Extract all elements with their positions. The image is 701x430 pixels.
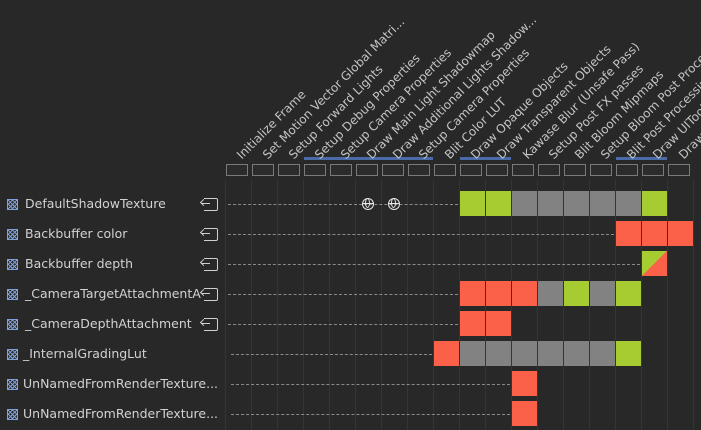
import-icon [201, 287, 218, 301]
unused-access-cell[interactable] [616, 191, 641, 216]
resource-name[interactable]: UnNamedFromRenderTexture... [23, 406, 218, 421]
grid-column-divider [641, 180, 642, 430]
texture-icon [7, 228, 18, 240]
unused-access-cell[interactable] [590, 191, 615, 216]
globe-icon [388, 197, 400, 210]
grid-column-divider [251, 180, 252, 430]
grid-column-divider [225, 180, 226, 430]
texture-icon [7, 348, 18, 360]
unused-access-cell[interactable] [486, 341, 511, 366]
resource-name[interactable]: Backbuffer color [25, 226, 127, 241]
resource-name[interactable]: DefaultShadowTexture [25, 196, 166, 211]
pass-header-box[interactable] [486, 164, 508, 176]
unused-access-cell[interactable] [590, 281, 615, 306]
pass-header-box[interactable] [304, 164, 326, 176]
read-access-cell[interactable] [564, 281, 589, 306]
texture-icon [7, 408, 18, 420]
resource-lifeline [228, 203, 458, 205]
pass-header-box[interactable] [538, 164, 560, 176]
grid-column-divider [381, 180, 382, 430]
write-access-cell[interactable] [434, 341, 459, 366]
write-access-cell[interactable] [512, 281, 537, 306]
resource-lifeline [228, 233, 614, 235]
resource-lifeline [228, 323, 458, 325]
resource-name[interactable]: Backbuffer depth [25, 256, 133, 271]
write-access-cell[interactable] [512, 401, 537, 426]
grid-column-divider [667, 180, 668, 430]
texture-icon [7, 258, 18, 270]
render-graph-viewer: Initialize Frame Set Motion Vector Global… [0, 0, 701, 430]
resource-name[interactable]: _InternalGradingLut [23, 346, 147, 361]
texture-icon [7, 288, 18, 300]
grid-column-divider [329, 180, 330, 430]
pass-header-box[interactable] [642, 164, 664, 176]
write-access-cell[interactable] [486, 281, 511, 306]
write-access-cell[interactable] [486, 311, 511, 336]
pass-header-box[interactable] [252, 164, 274, 176]
import-icon [201, 317, 218, 331]
write-access-cell[interactable] [460, 281, 485, 306]
pass-header-box[interactable] [512, 164, 534, 176]
unused-access-cell[interactable] [564, 341, 589, 366]
pass-header-box[interactable] [668, 164, 690, 176]
read-access-cell[interactable] [616, 281, 641, 306]
grid-column-divider [693, 180, 694, 430]
resource-lifeline [231, 383, 510, 385]
resource-name[interactable]: UnNamedFromRenderTexture... [23, 376, 218, 391]
resource-name[interactable]: _CameraDepthAttachment [25, 316, 192, 331]
grid-column-divider [303, 180, 304, 430]
pass-header-box[interactable] [226, 164, 248, 176]
read-write-access-cell[interactable] [642, 251, 667, 276]
pass-header-box[interactable] [408, 164, 430, 176]
resource-lifeline [231, 413, 510, 415]
pass-header-box[interactable] [590, 164, 612, 176]
pass-header-box[interactable] [564, 164, 586, 176]
grid-column-divider [277, 180, 278, 430]
write-access-cell[interactable] [668, 221, 693, 246]
import-icon [201, 197, 218, 211]
read-access-cell[interactable] [642, 191, 667, 216]
unused-access-cell[interactable] [538, 341, 563, 366]
resource-lifeline [231, 353, 432, 355]
unused-access-cell[interactable] [512, 341, 537, 366]
write-access-cell[interactable] [616, 221, 641, 246]
read-access-cell[interactable] [460, 191, 485, 216]
unused-access-cell[interactable] [512, 191, 537, 216]
unused-access-cell[interactable] [538, 191, 563, 216]
import-icon [201, 257, 218, 271]
write-access-cell[interactable] [642, 221, 667, 246]
write-access-cell[interactable] [512, 371, 537, 396]
read-access-cell[interactable] [486, 191, 511, 216]
resource-lifeline [228, 263, 640, 265]
globe-icon [362, 197, 374, 210]
grid-column-divider [355, 180, 356, 430]
pass-header-box[interactable] [460, 164, 482, 176]
resource-name[interactable]: _CameraTargetAttachmentA [25, 286, 201, 301]
unused-access-cell[interactable] [460, 341, 485, 366]
grid-column-divider [433, 180, 434, 430]
unused-access-cell[interactable] [538, 281, 563, 306]
texture-icon [7, 318, 18, 330]
texture-icon [7, 198, 18, 210]
pass-header-box[interactable] [382, 164, 404, 176]
write-access-cell[interactable] [460, 311, 485, 336]
import-icon [201, 227, 218, 241]
pass-header-box[interactable] [330, 164, 352, 176]
texture-icon [7, 378, 18, 390]
unused-access-cell[interactable] [590, 341, 615, 366]
pass-header-box[interactable] [434, 164, 456, 176]
unused-access-cell[interactable] [564, 191, 589, 216]
resource-lifeline [228, 293, 458, 295]
grid-column-divider [407, 180, 408, 430]
pass-header-box[interactable] [278, 164, 300, 176]
pass-header-box[interactable] [616, 164, 638, 176]
read-access-cell[interactable] [616, 341, 641, 366]
pass-header-box[interactable] [356, 164, 378, 176]
